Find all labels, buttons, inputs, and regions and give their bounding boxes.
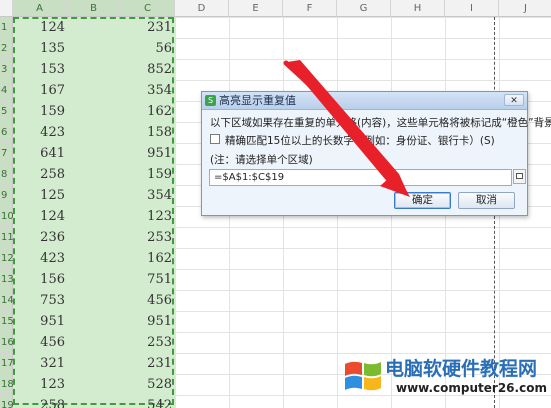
column-header-e[interactable]: E [229,0,283,17]
cell-a2[interactable]: 135 [13,38,65,59]
cell-c6[interactable]: 158 [121,122,172,143]
cell-c19[interactable]: 542 [121,395,172,408]
row-header-6[interactable]: 6 [0,122,13,143]
highlight-duplicates-dialog[interactable]: S 高亮显示重复值 ✕ 以下区域如果存在重复的单元格(内容)，这些单元格将被标记… [201,91,551,216]
column-header-j[interactable]: J [499,0,551,17]
cell-c7[interactable]: 951 [121,143,172,164]
exact-match-checkbox[interactable] [210,134,220,144]
cell-c5[interactable]: 162 [121,101,172,122]
row-header-1[interactable]: 1 [0,17,13,38]
cell-c16[interactable]: 253 [121,332,172,353]
column-header-d[interactable]: D [175,0,229,17]
cell-a8[interactable]: 258 [13,164,65,185]
cell-c17[interactable]: 231 [121,353,172,374]
row-header-10[interactable]: 10 [0,206,14,227]
column-header-c[interactable]: C [121,0,175,17]
column-header-a[interactable]: A [13,0,67,17]
cell-c13[interactable]: 751 [121,269,172,290]
cell-c10[interactable]: 123 [121,206,172,227]
row-header-11[interactable]: 11 [0,227,14,248]
dialog-description: 以下区域如果存在重复的单元格(内容)，这些单元格将被标记成“橙色”背景。 [210,117,551,129]
row-header-15[interactable]: 15 [0,311,14,332]
row-header-17[interactable]: 17 [0,353,14,374]
cell-c15[interactable]: 951 [121,311,172,332]
column-header-h[interactable]: H [391,0,445,17]
row-header-4[interactable]: 4 [0,80,13,101]
row-header-13[interactable]: 13 [0,269,14,290]
cell-c8[interactable]: 159 [121,164,172,185]
watermark-title: 电脑软硬件教程网 [385,358,538,380]
dialog-title: 高亮显示重复值 [219,94,296,107]
watermark-url: www.computer26.com [396,381,547,395]
cell-c4[interactable]: 354 [121,80,172,101]
cell-c2[interactable]: 56 [121,38,172,59]
cell-a14[interactable]: 753 [13,290,65,311]
cell-a13[interactable]: 156 [13,269,65,290]
row-header-18[interactable]: 18 [0,374,14,395]
row-header-2[interactable]: 2 [0,38,13,59]
row-header-14[interactable]: 14 [0,290,14,311]
ok-button[interactable]: 确定 [394,192,451,209]
cell-a7[interactable]: 641 [13,143,65,164]
select-all-corner[interactable] [0,0,13,17]
range-select-button[interactable] [513,169,526,184]
cell-a19[interactable]: 258 [13,395,65,408]
row-header-12[interactable]: 12 [0,248,14,269]
cell-c3[interactable]: 852 [121,59,172,80]
cell-a12[interactable]: 423 [13,248,65,269]
exact-match-label[interactable]: 精确匹配15位以上的长数字（例如：身份证、银行卡）(S) [225,133,495,148]
cell-c9[interactable]: 354 [121,185,172,206]
row-header-3[interactable]: 3 [0,59,13,80]
cell-a9[interactable]: 125 [13,185,65,206]
row-header-5[interactable]: 5 [0,101,13,122]
row-header-7[interactable]: 7 [0,143,13,164]
cancel-button[interactable]: 取消 [458,192,515,209]
dialog-note: (注：请选择单个区域) [210,154,313,166]
cell-a6[interactable]: 423 [13,122,65,143]
cell-a16[interactable]: 456 [13,332,65,353]
cell-a10[interactable]: 124 [13,206,65,227]
cell-a3[interactable]: 153 [13,59,65,80]
cell-a15[interactable]: 951 [13,311,65,332]
row-header-8[interactable]: 8 [0,164,13,185]
column-header-g[interactable]: G [337,0,391,17]
cell-c18[interactable]: 528 [121,374,172,395]
cell-a1[interactable]: 124 [13,17,65,38]
cell-a11[interactable]: 236 [13,227,65,248]
column-header-f[interactable]: F [283,0,337,17]
column-header-b[interactable]: B [67,0,121,17]
cell-c12[interactable]: 162 [121,248,172,269]
collapse-dialog-icon [516,173,523,179]
dialog-title-bar[interactable]: S 高亮显示重复值 ✕ [202,92,527,110]
windows-logo-icon [345,361,381,391]
column-header-i[interactable]: I [445,0,499,17]
cell-a18[interactable]: 123 [13,374,65,395]
close-button[interactable]: ✕ [504,94,524,106]
cell-a17[interactable]: 321 [13,353,65,374]
cell-c14[interactable]: 456 [121,290,172,311]
row-header-9[interactable]: 9 [0,185,13,206]
row-header-16[interactable]: 16 [0,332,14,353]
cell-c1[interactable]: 231 [121,17,172,38]
row-header-19[interactable]: 19 [0,395,14,408]
cell-a5[interactable]: 159 [13,101,65,122]
range-input[interactable]: =$A$1:$C$19 [209,169,512,186]
app-logo-icon: S [205,95,216,106]
cell-c11[interactable]: 253 [121,227,172,248]
cell-a4[interactable]: 167 [13,80,65,101]
